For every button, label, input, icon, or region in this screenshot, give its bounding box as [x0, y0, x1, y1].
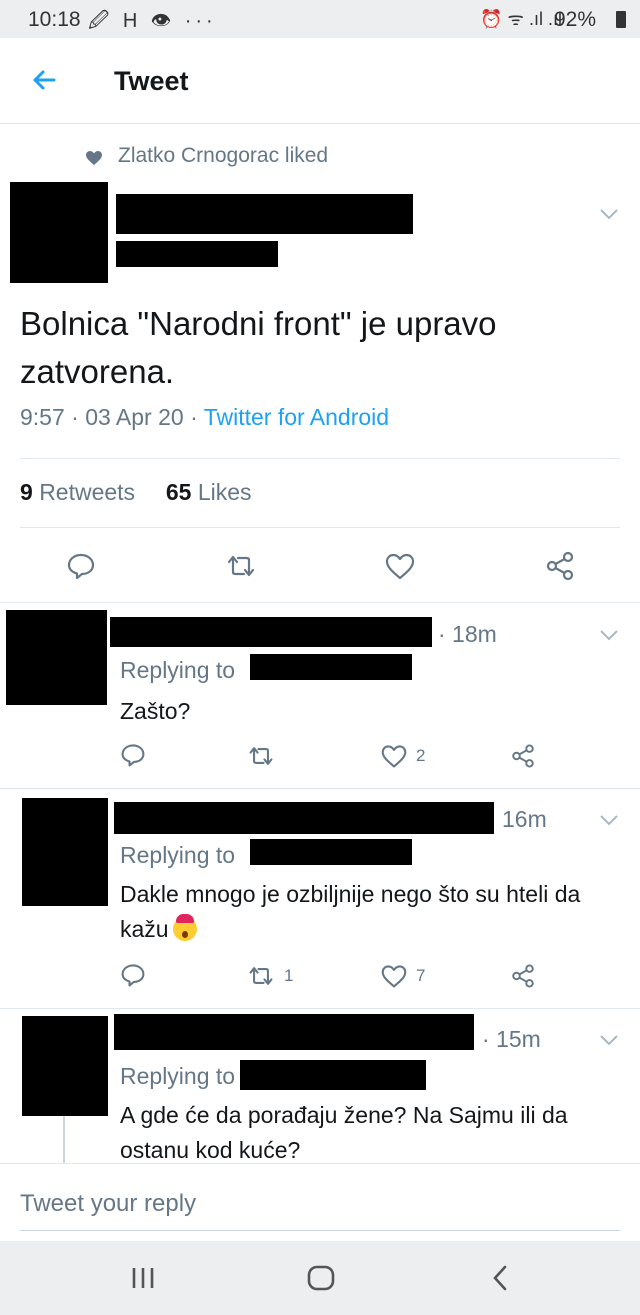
retweet-icon [249, 747, 273, 765]
tweet-source-link[interactable]: Twitter for Android [204, 404, 389, 430]
divider [0, 602, 640, 603]
reply-input-placeholder[interactable]: Tweet your reply [20, 1190, 196, 1218]
heart-icon [381, 965, 407, 988]
reply-icon [121, 964, 145, 987]
likes-stat[interactable]: 65 Likes [166, 479, 252, 505]
reply-input-underline [20, 1230, 620, 1231]
replying-to-label: Replying to [120, 842, 236, 868]
like-count: 2 [416, 746, 426, 765]
like-button[interactable]: 7 [380, 963, 425, 989]
exploding-head-emoji-icon [172, 914, 197, 941]
retweet-icon [227, 555, 255, 577]
tweet-meta: 9:57 · 03 Apr 20 · Twitter for Android [20, 404, 389, 431]
reply-button[interactable] [120, 742, 146, 768]
share-button[interactable] [510, 962, 536, 990]
reply-icon [67, 553, 95, 580]
retweet-icon [249, 967, 273, 985]
page-title: Tweet [114, 66, 189, 96]
author-name[interactable] [116, 194, 413, 234]
divider [20, 527, 620, 528]
heart-icon [381, 745, 407, 768]
share-button[interactable] [510, 742, 536, 770]
status-time: 10:18 [28, 8, 81, 31]
replying-to-handle[interactable] [240, 1060, 426, 1090]
share-button[interactable] [544, 550, 576, 582]
retweet-button[interactable] [246, 743, 276, 769]
author-handle[interactable] [116, 241, 278, 267]
author-name[interactable] [114, 802, 494, 834]
avatar[interactable] [6, 610, 107, 705]
reply-button[interactable] [66, 551, 96, 581]
replying-to-handle[interactable] [250, 654, 412, 680]
chevron-down-icon[interactable] [598, 207, 620, 221]
back-arrow-icon[interactable] [28, 64, 60, 96]
reply-time: · 15m [482, 1026, 541, 1052]
meta-separator: · [71, 404, 86, 430]
replying-to-handle[interactable] [250, 839, 412, 865]
reply-text: Dakle mnogo je ozbiljnije nego što su ht… [120, 881, 581, 942]
retweet-button[interactable]: 1 [246, 963, 293, 989]
chevron-down-icon[interactable] [598, 813, 620, 827]
reply-text: Zašto? [120, 698, 191, 724]
like-button[interactable] [384, 551, 416, 581]
back-icon[interactable] [490, 1264, 510, 1292]
chevron-down-icon[interactable] [598, 628, 620, 642]
tweet-time: 9:57 [20, 404, 65, 430]
author-name[interactable] [114, 1014, 474, 1050]
reply-icon [121, 744, 145, 767]
like-button[interactable]: 2 [380, 743, 425, 769]
retweet-count: 1 [284, 966, 294, 985]
status-bar: 10:18 🖉 H 👁 ··· ⏰ ᯤ .ıl .ıl 92% [0, 0, 640, 38]
divider [0, 788, 640, 789]
reply-composer[interactable]: Tweet your reply [0, 1163, 640, 1241]
tweet-stats: 9 Retweets 65 Likes [20, 479, 252, 506]
reply-time: 16m [502, 806, 547, 832]
notification-icons: 🖉 H 👁 ··· [88, 10, 217, 32]
reply-button[interactable] [120, 962, 146, 988]
heart-icon [385, 553, 415, 580]
liked-heart-icon [86, 151, 102, 165]
divider [20, 458, 620, 459]
recent-apps-icon[interactable] [130, 1266, 156, 1290]
battery-level: 92% [553, 8, 596, 31]
social-context: Zlatko Crnogorac liked [118, 144, 329, 167]
thread-line [63, 1116, 65, 1163]
replying-to-label: Replying to [120, 657, 236, 683]
retweets-stat[interactable]: 9 Retweets [20, 479, 135, 505]
author-name[interactable] [110, 617, 432, 647]
avatar[interactable] [22, 798, 108, 906]
app-header: Tweet [0, 38, 640, 124]
signal-icons: ⏰ ᯤ .ıl .ıl [480, 9, 562, 29]
share-icon [546, 551, 574, 581]
tweet-text: Bolnica "Narodni front" je upravo zatvor… [20, 305, 497, 390]
share-icon [512, 964, 534, 988]
chevron-down-icon[interactable] [598, 1033, 620, 1047]
like-count: 7 [416, 966, 426, 985]
meta-separator: · [190, 404, 204, 430]
system-nav-bar [0, 1241, 640, 1315]
avatar[interactable] [22, 1016, 108, 1116]
retweet-button[interactable] [224, 551, 258, 581]
reply-text: A gde će da porađaju žene? Na Sajmu ili … [120, 1102, 568, 1163]
home-icon[interactable] [306, 1264, 336, 1292]
reply-time: · 18m [438, 621, 497, 647]
share-icon [512, 744, 534, 768]
divider [0, 1008, 640, 1009]
avatar[interactable] [10, 182, 108, 283]
battery-icon [616, 11, 626, 28]
replying-to-label: Replying to [120, 1063, 236, 1089]
tweet-date: 03 Apr 20 [85, 404, 184, 430]
